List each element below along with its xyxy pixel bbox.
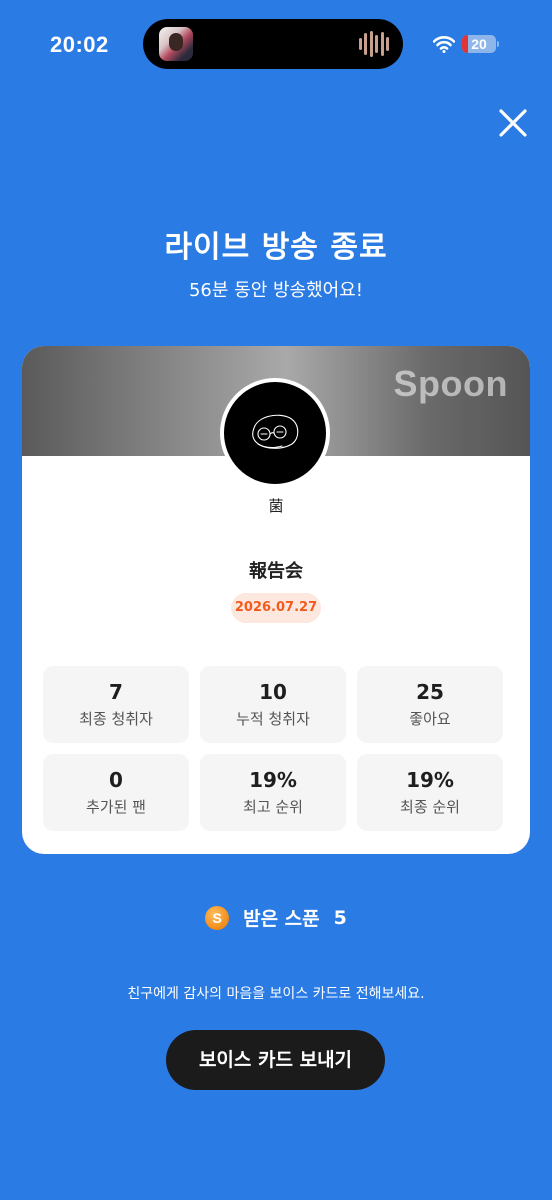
broadcast-summary-card: Spoon 菌 報告会 2026.07.27 7 최종 청취자 10 누적 청취…: [22, 346, 530, 854]
stat-value: 19%: [406, 768, 454, 792]
close-icon[interactable]: [496, 106, 530, 140]
stat-value: 0: [109, 768, 123, 792]
audio-wave-icon: [359, 31, 389, 57]
stat-label: 추가된 팬: [86, 798, 146, 816]
status-time: 20:02: [50, 32, 109, 57]
stat-value: 10: [259, 680, 287, 704]
received-spoons: S 받은 스푼 5: [0, 904, 552, 931]
spoon-label: 받은 스푼: [243, 908, 320, 930]
broadcast-title: 報告会: [249, 561, 303, 582]
spoon-coin-icon: S: [205, 905, 230, 930]
stat-final-listeners: 7 최종 청취자: [43, 666, 189, 743]
stats-grid: 7 최종 청취자 10 누적 청취자 25 좋아요 0 추가된 팬 19% 최고…: [43, 666, 503, 831]
stat-label: 최종 순위: [400, 798, 460, 816]
stat-new-fans: 0 추가된 팬: [43, 754, 189, 831]
stat-total-listeners: 10 누적 청취자: [200, 666, 346, 743]
stat-best-rank: 19% 최고 순위: [200, 754, 346, 831]
battery-level: 20: [471, 36, 487, 52]
stat-final-rank: 19% 최종 순위: [357, 754, 503, 831]
stat-value: 7: [109, 680, 123, 704]
dynamic-island[interactable]: [143, 19, 403, 69]
stat-label: 누적 청취자: [236, 710, 310, 728]
broadcast-duration: 56분 동안 방송했어요!: [188, 280, 364, 301]
stat-value: 19%: [249, 768, 297, 792]
spoon-count: 5: [333, 906, 347, 929]
stat-likes: 25 좋아요: [357, 666, 503, 743]
stat-label: 좋아요: [409, 710, 451, 728]
stat-value: 25: [416, 680, 444, 704]
send-voice-card-button[interactable]: 보이스 카드 보내기: [166, 1030, 385, 1090]
host-name: 菌: [268, 497, 284, 515]
wifi-icon: [433, 36, 455, 53]
now-playing-thumbnail: [159, 27, 193, 61]
voice-card-prompt: 친구에게 감사의 마음을 보이스 카드로 전해보세요.: [127, 986, 425, 1002]
brand-logo: Spoon: [393, 363, 508, 404]
date-badge: 2026.07.27: [231, 593, 321, 623]
stat-label: 최고 순위: [243, 798, 303, 816]
battery-icon: 20: [462, 35, 496, 53]
stat-label: 최종 청취자: [79, 710, 153, 728]
host-avatar: [220, 378, 330, 488]
page-title: 라이브 방송 종료: [164, 230, 388, 265]
